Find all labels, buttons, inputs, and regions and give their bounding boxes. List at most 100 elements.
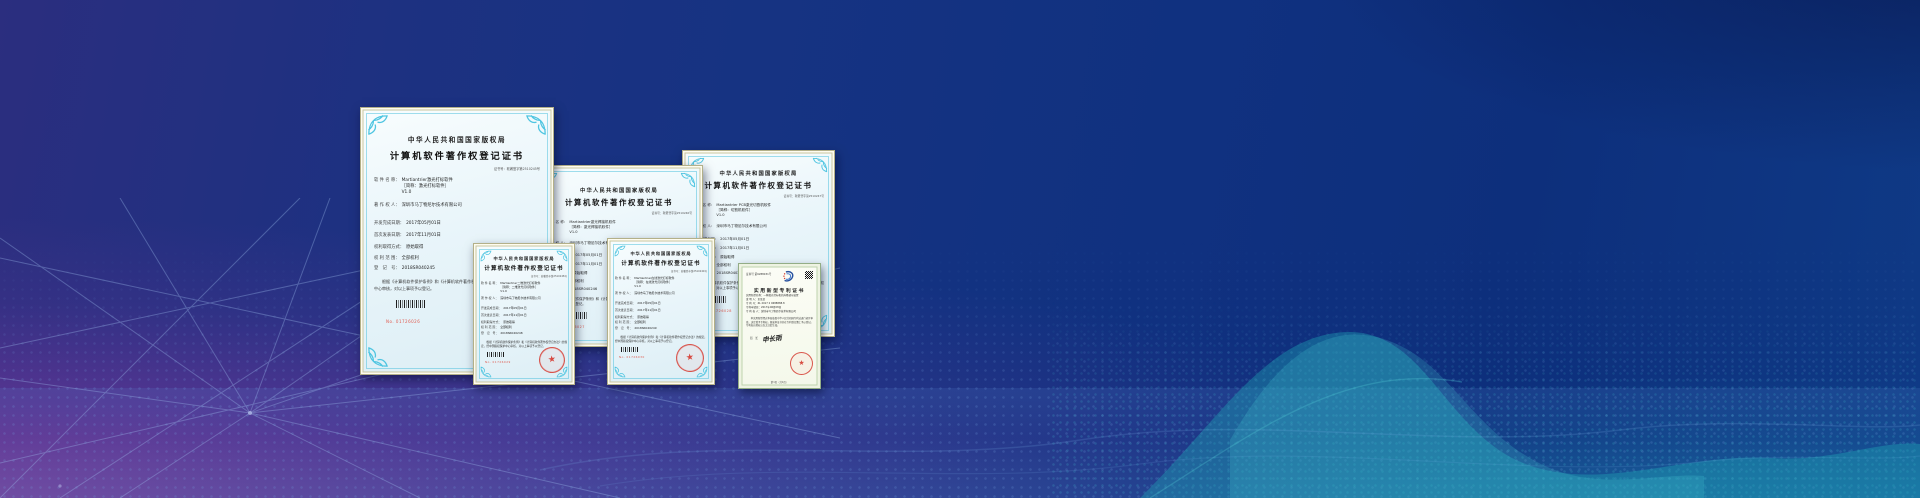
field-acquisition: 权利取得方式：原始取得	[615, 316, 707, 320]
field-value: 2017年05月01日	[573, 253, 602, 258]
field-value: 2017年11月01日	[720, 246, 749, 251]
authority-name: 中华人民共和国国家版权局	[374, 134, 540, 144]
authority-name: 中华人民共和国国家版权局	[615, 251, 707, 257]
field-label: 权 利 范 围：	[481, 326, 498, 330]
field-value: 深圳市马丁物尼尔技术有限公司	[402, 203, 462, 209]
field-reg-no: 登 记 号：2018SR040248	[481, 332, 567, 336]
hero-banner: 中华人民共和国国家版权局 计算机软件著作权登记证书 证书号：软著登字第25102…	[0, 0, 1920, 498]
field-label: 权利取得方式：	[374, 245, 404, 251]
field-label: 首次发表日期：	[374, 233, 404, 239]
patent-page-note: 第1页（共1页）	[746, 380, 813, 384]
field-value: 2017年11月01日	[637, 309, 660, 313]
patent-field-patentee: 专 利 权 人：深圳市马丁物尼尔技术有限公司	[746, 310, 813, 314]
certificates-cluster: 中华人民共和国国家版权局 计算机软件著作权登记证书 证书号：软著登字第25102…	[355, 105, 825, 391]
certificate-copyright-online-marking: 中华人民共和国国家版权局 计算机软件著作权登记证书 证书号：软著登字第25102…	[607, 238, 715, 385]
field-value: 全部权利	[402, 256, 419, 262]
red-official-seal	[790, 352, 813, 375]
field-value: Martiantrier二维激光打标软件 ［简称：二维激光打标软件］ V1.0	[500, 282, 540, 293]
certificate-number: 证书号：软著登字第2510247号	[693, 194, 824, 198]
field-value: 2018SR040245	[402, 266, 435, 272]
field-label: 权 利 范 围：	[374, 256, 400, 262]
field-software-name: 软 件 名 称：Martiantrier在线激光打标软件 ［简称：在线激光打标软…	[615, 277, 707, 288]
patent-notice: 本实用新型经过本局依照中华人民共和国专利法进行初步审查，决定授予专利权，颁发本证…	[746, 317, 813, 328]
field-software-name: 软 件 名 称：Martiantrier激光焊接机软件 ［简称：激光焊接机软件］…	[546, 220, 692, 235]
field-publish-date: 首次发表日期：2017年11月01日	[615, 309, 707, 313]
field-label: 开发完成日期：	[374, 221, 404, 227]
field-publish-date: 首次发表日期：2017年11月01日	[374, 233, 540, 239]
field-value: Martiantrier PCB激光切割机软件 ［简称：切割机软件］ V1.0	[716, 203, 771, 218]
cnipa-logo-icon	[782, 270, 795, 283]
field-label: 登 记 号：	[615, 327, 632, 331]
field-value: Martiantrier激光焊接机软件 ［简称：激光焊接机软件］ V1.0	[569, 220, 615, 235]
field-value: 2017年11月01日	[573, 262, 602, 267]
field-label: 登 记 号：	[481, 332, 498, 336]
field-acquisition: 权利取得方式：原始取得	[481, 321, 567, 325]
field-label: 登 记 号：	[374, 266, 400, 272]
field-reg-no: 登 记 号：2018SR040249	[615, 327, 707, 331]
certificate-number: 证书号：软著登字第2510249号	[615, 269, 707, 273]
field-value: 深圳市马丁物尼尔技术有限公司	[500, 297, 540, 301]
field-value: 全部权利	[716, 263, 730, 268]
certificate-title: 计算机软件著作权登记证书	[615, 259, 707, 267]
field-software-name: 软 件 名 称：Martiantrier激光打标软件 ［简称：激光打标软件］ V…	[374, 178, 540, 195]
field-value: 深圳市马丁物尼尔技术有限公司	[716, 224, 766, 229]
field-owner: 著 作 权 人：深圳市马丁物尼尔技术有限公司	[481, 297, 567, 301]
certificate-title: 计算机软件著作权登记证书	[481, 264, 567, 272]
authority-name: 中华人民共和国国家版权局	[546, 186, 692, 194]
field-label: 开发完成日期：	[481, 307, 501, 311]
patent-signature-row: 局 长 申长雨	[750, 333, 813, 343]
field-value: 2017年05月01日	[637, 302, 660, 306]
field-value: 原始取得	[503, 321, 515, 325]
patent-header: 证书号 第6288031号	[746, 271, 813, 283]
field-value: 2017年11月01日	[503, 314, 526, 318]
signer-title: 局 长	[750, 336, 758, 340]
field-value: Martiantrier在线激光打标软件 ［简称：在线激光打标软件］ V1.0	[634, 277, 674, 288]
field-label: 权利取得方式：	[481, 321, 501, 325]
field-label: 著 作 权 人：	[481, 297, 498, 301]
field-value: 原始取得	[573, 271, 587, 276]
barcode	[487, 352, 505, 357]
field-label: 软 件 名 称：	[615, 277, 632, 288]
field-value: 全部权利	[500, 326, 512, 330]
field-dev-date: 开发完成日期：2017年05月01日	[481, 307, 567, 311]
field-value: Martiantrier激光打标软件 ［简称：激光打标软件］ V1.0	[402, 178, 453, 195]
certificate-number: 证书号：软著登字第2510246号	[546, 211, 692, 215]
certificate-title: 计算机软件著作权登记证书	[546, 197, 692, 208]
qr-code-icon	[805, 271, 813, 279]
field-value: 深圳市马丁物尼尔技术有限公司	[634, 292, 674, 296]
field-value: 原始取得	[637, 316, 649, 320]
field-label: 开发完成日期：	[615, 302, 635, 306]
field-value: 2017年05月01日	[720, 237, 749, 242]
certificate-title: 计算机软件著作权登记证书	[693, 180, 824, 191]
registration-notice: 根据《计算机软件保护条例》和《计算机软件著作权登记办法》的规定，经中国版权保护中…	[615, 335, 707, 343]
field-label: 首次发表日期：	[615, 309, 635, 313]
certificate-number: 证书号：软著登字第2510248号	[481, 274, 567, 278]
field-value: 2017年05月01日	[503, 307, 526, 311]
field-label: 软 件 名 称：	[374, 178, 400, 195]
field-software-name: 软 件 名 称：Martiantrier PCB激光切割机软件 ［简称：切割机软…	[693, 203, 824, 218]
field-owner: 著 作 权 人：深圳市马丁物尼尔技术有限公司	[693, 224, 824, 229]
field-dev-date: 开发完成日期：2017年05月01日	[374, 221, 540, 227]
patent-cert-number: 证书号 第6288031号	[746, 272, 771, 276]
barcode	[396, 300, 426, 308]
authority-name: 中华人民共和国国家版权局	[693, 169, 824, 177]
field-label: 著 作 权 人：	[615, 292, 632, 296]
field-label: 权利取得方式：	[615, 316, 635, 320]
field-value: 2017年11月01日	[406, 233, 441, 239]
field-dev-date: 开发完成日期：2017年05月01日	[615, 302, 707, 306]
field-label: 首次发表日期：	[481, 314, 501, 318]
field-owner: 著 作 权 人：深圳市马丁物尼尔技术有限公司	[615, 292, 707, 296]
authority-name: 中华人民共和国国家版权局	[481, 256, 567, 262]
field-owner: 著 作 权 人：深圳市马丁物尼尔技术有限公司	[374, 203, 540, 209]
field-scope: 权 利 范 围：全部权利	[615, 321, 707, 325]
field-value: 原始取得	[406, 245, 423, 251]
field-value: 原始取得	[720, 255, 734, 260]
certificate-copyright-2d-marking: 中华人民共和国国家版权局 计算机软件著作权登记证书 证书号：软著登字第25102…	[473, 243, 575, 385]
field-value: 2018SR040248	[500, 332, 522, 336]
signer-signature: 申长雨	[761, 332, 782, 344]
barcode	[621, 347, 639, 352]
field-value: 2018SR040249	[634, 327, 656, 331]
wave-graphic	[0, 0, 1920, 498]
certificate-utility-patent: 证书号 第6288031号 实用新型专利证书 实用新型名称：一种激光打标机的升降…	[738, 263, 821, 389]
field-value: 全部权利	[634, 321, 646, 325]
